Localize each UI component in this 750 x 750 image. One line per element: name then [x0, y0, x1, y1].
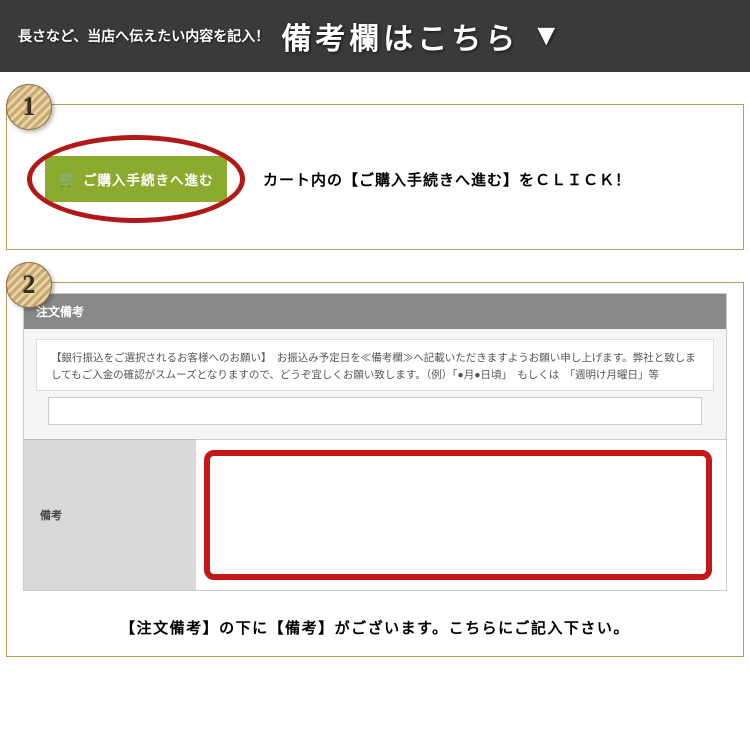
textarea-highlight[interactable] — [204, 450, 712, 580]
header-subtitle: 長さなど、当店へ伝えたい内容を記入！ — [18, 26, 269, 46]
step-1-badge: 1 — [6, 84, 52, 130]
step-1-instruction: カート内の【ご購入手続きへ進む】をＣＬＩＣＫ！ — [263, 169, 631, 190]
form-notice: 【銀行振込をご選択されるお客様へのお願い】 お振込み予定日を≪備考欄≫へ記載いた… — [36, 339, 714, 391]
textarea-label: 備考 — [24, 439, 196, 590]
header-title: 備考欄はこちら — [281, 14, 519, 58]
step-2-badge: 2 — [6, 262, 52, 308]
textarea-cell — [196, 439, 726, 590]
chevron-down-icon: ▼ — [531, 19, 561, 53]
step-1-number: 1 — [23, 92, 36, 122]
proceed-button-wrap: 🛒 ご購入手続きへ進む — [27, 135, 245, 223]
step-1-box: 🛒 ご購入手続きへ進む カート内の【ご購入手続きへ進む】をＣＬＩＣＫ！ — [6, 104, 744, 250]
form-header: 注文備考 — [24, 294, 726, 329]
step-2-section: 2 注文備考 【銀行振込をご選択されるお客様へのお願い】 お振込み予定日を≪備考… — [0, 282, 750, 657]
circle-highlight — [27, 135, 245, 223]
form-preview: 注文備考 【銀行振込をご選択されるお客様へのお願い】 お振込み予定日を≪備考欄≫… — [23, 293, 727, 591]
notice-input-preview — [48, 397, 702, 425]
step-2-box: 注文備考 【銀行振込をご選択されるお客様へのお願い】 お振込み予定日を≪備考欄≫… — [6, 282, 744, 657]
step-1-row: 🛒 ご購入手続きへ進む カート内の【ご購入手続きへ進む】をＣＬＩＣＫ！ — [23, 127, 727, 231]
step-2-caption: 【注文備考】の下に【備考】がございます。こちらにご記入下さい。 — [23, 617, 727, 638]
form-row-remarks: 備考 — [24, 439, 726, 590]
step-1-section: 1 🛒 ご購入手続きへ進む カート内の【ご購入手続きへ進む】をＣＬＩＣＫ！ — [0, 104, 750, 250]
step-2-number: 2 — [23, 270, 36, 300]
header-banner: 長さなど、当店へ伝えたい内容を記入！ 備考欄はこちら ▼ — [0, 0, 750, 72]
